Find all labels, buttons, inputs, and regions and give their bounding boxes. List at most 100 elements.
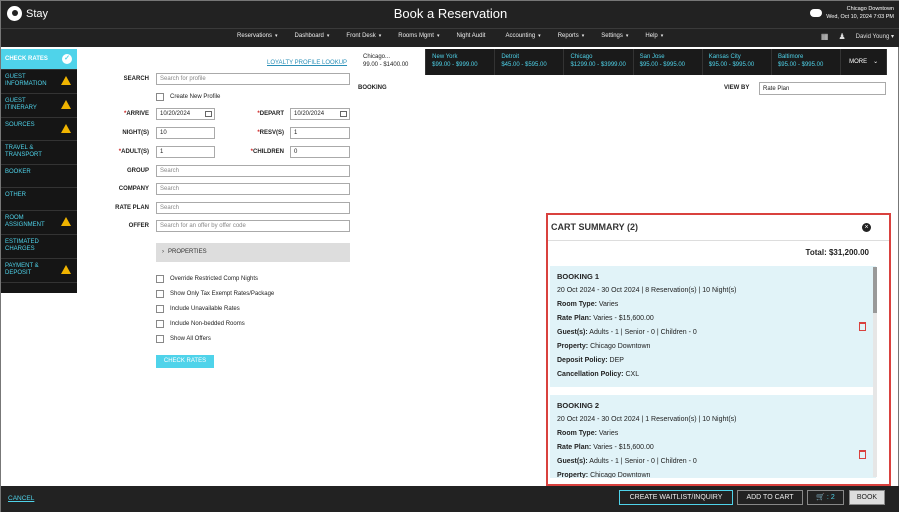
add-to-cart-button[interactable]: ADD TO CART — [737, 490, 803, 505]
option-checkbox[interactable] — [156, 290, 164, 298]
divider — [548, 240, 889, 241]
cancel-link[interactable]: CANCEL — [8, 495, 34, 502]
chevron-down-icon: ▾ — [436, 33, 440, 39]
rate-plan-search-input[interactable]: Search — [156, 202, 350, 214]
search-option[interactable]: Include Unavailable Rates — [156, 305, 240, 313]
company-search-input[interactable]: Search — [156, 183, 350, 195]
check-rates-button[interactable]: CHECK RATES — [156, 355, 214, 368]
detail-value: Adults - 1 | Senior - 0 | Children - 0 — [589, 458, 697, 465]
property-tab[interactable]: San Jose $95.00 - $995.00 — [634, 49, 703, 75]
detail-value: CXL — [625, 371, 640, 378]
nav-step[interactable]: GUEST ITINERARY — [1, 94, 77, 118]
nav-step[interactable]: PAYMENT & DEPOSIT — [1, 259, 77, 283]
menu-item[interactable]: Accounting ▾ — [505, 33, 540, 39]
option-label: Include Unavailable Rates — [170, 306, 240, 312]
menu-item[interactable]: Rooms Mgmt ▾ — [398, 33, 439, 39]
resv-input[interactable]: 1 — [290, 127, 350, 139]
booking-detail-row: Guest(s): Adults - 1 | Senior - 0 | Chil… — [557, 329, 869, 336]
nav-step[interactable]: SOURCES — [1, 118, 77, 141]
calendar-icon[interactable] — [205, 111, 212, 117]
offer-search-input[interactable]: Search for an offer by offer code — [156, 220, 350, 232]
cloud-icon — [810, 9, 823, 17]
create-profile-option[interactable]: Create New Profile — [156, 93, 220, 101]
cart-booking-card: BOOKING 2 20 Oct 2024 - 30 Oct 2024 | 1 R… — [550, 395, 876, 478]
calendar-icon[interactable] — [340, 111, 347, 117]
detail-label: Property: — [557, 472, 589, 478]
detail-label: Guest(s): — [557, 329, 588, 336]
scrollbar-thumb[interactable] — [873, 267, 877, 313]
search-option[interactable]: Show Only Tax Exempt Rates/Package — [156, 290, 274, 298]
property-tab[interactable]: Detroit $45.00 - $595.00 — [495, 49, 565, 75]
children-input[interactable]: 0 — [290, 146, 350, 158]
property-tab[interactable]: Chicago... 99.00 - $1400.00 — [357, 49, 427, 75]
option-checkbox[interactable] — [156, 335, 164, 343]
nav-step[interactable]: CHECK RATES ✓ — [1, 49, 77, 70]
booking-title: BOOKING 2 — [557, 401, 600, 410]
arrive-date-field[interactable]: 10/20/2024 — [156, 108, 215, 120]
search-option[interactable]: Include Non-bedded Rooms — [156, 320, 245, 328]
cart-booking-card: BOOKING 1 20 Oct 2024 - 30 Oct 2024 | 8 R… — [550, 266, 876, 387]
menu-item[interactable]: Help ▾ — [645, 33, 663, 39]
detail-value: Varies - $15,600.00 — [593, 444, 654, 451]
nav-step[interactable]: BOOKER — [1, 165, 77, 188]
menu-item[interactable]: Reports ▾ — [558, 33, 585, 39]
depart-date-field[interactable]: 10/20/2024 — [290, 108, 350, 120]
nav-step-label: ESTIMATED CHARGES — [5, 239, 39, 252]
warning-icon — [61, 76, 71, 85]
group-search-input[interactable]: Search — [156, 165, 350, 177]
bell-icon[interactable]: ♟ — [838, 32, 845, 41]
property-tab-name: Chicago... — [363, 54, 391, 60]
create-profile-checkbox[interactable] — [156, 93, 164, 101]
nav-step-label: GUEST ITINERARY — [5, 98, 37, 111]
property-tab[interactable]: New York $99.00 - $999.00 — [426, 49, 496, 75]
profile-search-input[interactable]: Search for profile — [156, 73, 350, 85]
property-tab[interactable]: Baltimore $95.00 - $995.00 — [772, 49, 842, 75]
menu-item[interactable]: Night Audit — [456, 33, 488, 39]
menu-item[interactable]: Settings ▾ — [601, 33, 628, 39]
trash-icon[interactable] — [859, 322, 866, 331]
search-option[interactable]: Override Restricted Comp Nights — [156, 275, 258, 283]
option-checkbox[interactable] — [156, 275, 164, 283]
property-tab[interactable]: Chicago $1299.00 - $3999.00 — [564, 49, 634, 75]
option-checkbox[interactable] — [156, 305, 164, 313]
trash-icon[interactable] — [859, 450, 866, 459]
close-icon[interactable]: × — [862, 223, 871, 232]
loyalty-profile-lookup-link[interactable]: LOYALTY PROFILE LOOKUP — [267, 60, 347, 66]
option-checkbox[interactable] — [156, 320, 164, 328]
chevron-down-icon: ⌄ — [873, 59, 879, 65]
check-circle-icon: ✓ — [62, 54, 72, 64]
detail-label: Guest(s): — [557, 458, 588, 465]
nav-step-label: CHECK RATES — [5, 56, 48, 62]
search-option[interactable]: Show All Offers — [156, 335, 211, 343]
property-tab-range: $95.00 - $995.00 — [639, 62, 685, 68]
create-profile-label: Create New Profile — [170, 94, 221, 100]
menu-item[interactable]: Reservations ▾ — [237, 33, 278, 39]
view-by-select[interactable]: Rate Plan — [759, 82, 886, 95]
user-menu[interactable]: David Young ▾ — [856, 33, 894, 40]
cart-icon: 🛒 — [816, 494, 825, 501]
depart-label: DEPART — [259, 111, 284, 117]
create-waitlist-button[interactable]: CREATE WAITLIST/INQUIRY — [619, 490, 733, 505]
nav-step[interactable]: ESTIMATED CHARGES — [1, 235, 77, 259]
menu-item[interactable]: Front Desk ▾ — [346, 33, 381, 39]
menu-item-label: Night Audit — [456, 33, 486, 39]
calculator-icon[interactable]: ▦ — [821, 32, 829, 41]
group-label: GROUP — [126, 168, 149, 174]
book-button[interactable]: BOOK — [849, 490, 885, 505]
nights-input[interactable]: 10 — [156, 127, 215, 139]
adults-input[interactable]: 1 — [156, 146, 215, 158]
nav-step[interactable]: GUEST INFORMATION — [1, 70, 77, 94]
cart-button[interactable]: 🛒 : 2 — [807, 490, 844, 505]
cart-scrollbar[interactable] — [873, 267, 877, 477]
booking-detail-row: Rate Plan: Varies - $15,600.00 — [557, 315, 869, 322]
nav-step[interactable]: TRAVEL & TRANSPORT — [1, 141, 77, 165]
top-bar: Stay Book a Reservation Chicago Downtown… — [1, 1, 899, 28]
nav-step[interactable]: ROOM ASSIGNMENT — [1, 211, 77, 235]
booking-title: BOOKING 1 — [557, 272, 600, 281]
cart-bookings-list[interactable]: BOOKING 1 20 Oct 2024 - 30 Oct 2024 | 8 R… — [550, 266, 876, 478]
menu-item[interactable]: Dashboard ▾ — [295, 33, 330, 39]
property-tab[interactable]: Kansas City $95.00 - $995.00 — [703, 49, 772, 75]
properties-expander[interactable]: › PROPERTIES — [156, 243, 350, 262]
nav-step[interactable]: OTHER — [1, 188, 77, 211]
more-tabs-button[interactable]: MORE ⌄ — [841, 49, 887, 75]
